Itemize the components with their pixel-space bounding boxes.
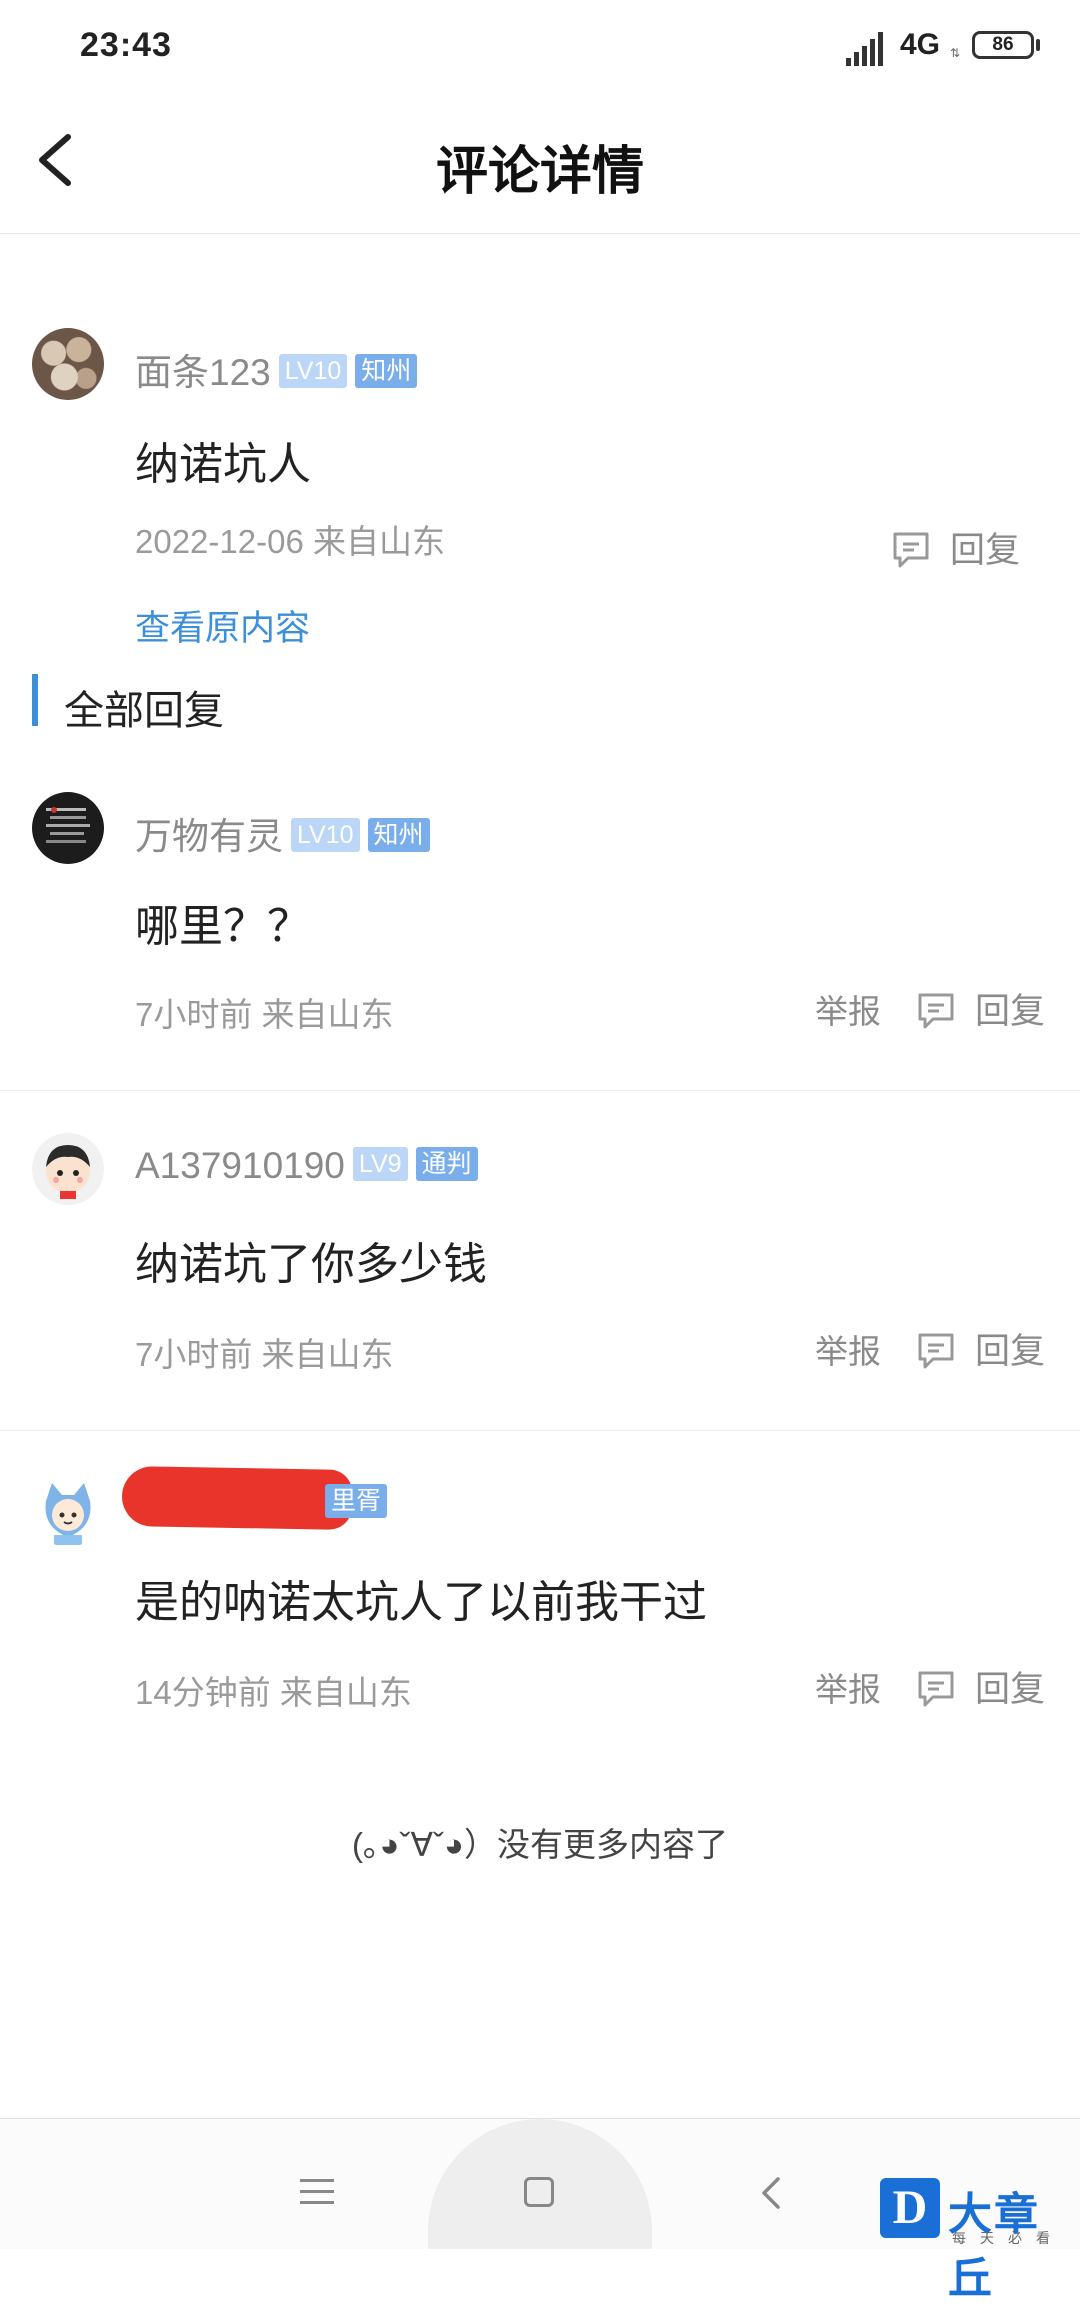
- reply-author[interactable]: 里胥: [135, 1482, 388, 1524]
- comment-icon: [918, 1333, 954, 1369]
- reply-label: 回复: [975, 1670, 1046, 1709]
- reply-author[interactable]: 万物有灵 LV10 知州: [135, 806, 430, 860]
- back-nav-icon[interactable]: [752, 2171, 792, 2215]
- reply-button[interactable]: 回复: [915, 1661, 1045, 1713]
- reply-content: 纳诺坑了你多少钱: [135, 1240, 487, 1289]
- comment-icon: [918, 993, 954, 1029]
- section-accent-bar: [32, 674, 38, 726]
- divider: [0, 1430, 1080, 1431]
- comment-meta: 2022-12-06 来自山东: [135, 515, 445, 563]
- avatar[interactable]: [32, 1475, 104, 1547]
- section-title: 全部回复: [64, 689, 224, 733]
- comment-content: 纳诺坑人: [135, 440, 311, 489]
- status-time: 23:43: [80, 26, 172, 64]
- watermark-subtext: 每天必看: [952, 2230, 1064, 2246]
- reply-button[interactable]: 回复: [915, 983, 1045, 1035]
- home-icon[interactable]: [524, 2177, 554, 2207]
- network-type: 4G: [900, 28, 941, 61]
- level-badge: LV10: [291, 818, 360, 853]
- level-badge: LV9: [352, 1147, 408, 1182]
- reply-label: 回复: [975, 1332, 1046, 1371]
- divider: [0, 1090, 1080, 1091]
- comment-icon: [893, 532, 929, 568]
- reply-meta: 14分钟前 来自山东: [135, 1666, 412, 1714]
- reply-time: 14分钟前: [135, 1674, 271, 1711]
- avatar[interactable]: [32, 328, 104, 400]
- signal-icon: [846, 30, 890, 66]
- title-badge: 通判: [415, 1147, 478, 1182]
- username[interactable]: A137910190: [135, 1145, 345, 1186]
- title-badge: 知州: [367, 818, 430, 853]
- reply-label: 回复: [950, 531, 1021, 570]
- username[interactable]: 面条123: [135, 352, 271, 393]
- reply-content: 哪里？？: [135, 902, 311, 951]
- reply-location: 来自山东: [261, 1336, 394, 1373]
- reply-label: 回复: [975, 992, 1046, 1031]
- report-button[interactable]: 举报: [815, 985, 881, 1033]
- avatar-image: [45, 1483, 91, 1545]
- reply-location: 来自山东: [261, 996, 394, 1033]
- avatar-image: [46, 807, 90, 843]
- comment-icon: [918, 1671, 954, 1707]
- status-bar: 23:43 4G ⇅ 86: [0, 0, 1080, 95]
- watermark: D 大章丘 每天必看: [880, 2178, 1080, 2303]
- report-button[interactable]: 举报: [815, 1325, 881, 1373]
- battery-icon: 86: [972, 31, 1034, 59]
- reply-time: 7小时前: [135, 1336, 253, 1373]
- report-button[interactable]: 举报: [815, 1663, 881, 1711]
- title-badge: 知州: [355, 354, 418, 389]
- battery-cap: [1036, 39, 1040, 51]
- title-bar: 评论详情: [0, 95, 1080, 234]
- menu-icon[interactable]: [300, 2179, 334, 2212]
- reply-meta: 7小时前 来自山东: [135, 1328, 394, 1376]
- reply-meta: 7小时前 来自山东: [135, 988, 394, 1036]
- comment-author[interactable]: 面条123 LV10 知州: [135, 342, 418, 396]
- view-original-link[interactable]: 查看原内容: [135, 600, 310, 651]
- comment-time: 2022-12-06: [135, 523, 304, 560]
- avatar[interactable]: [32, 1133, 104, 1205]
- level-badge: LV10: [278, 354, 348, 389]
- reply-button[interactable]: 回复: [890, 522, 1020, 574]
- page-title: 评论详情: [435, 143, 644, 201]
- watermark-logo: D: [880, 2178, 940, 2238]
- avatar[interactable]: [32, 792, 104, 864]
- reply-content: 是的呐诺太坑人了以前我干过: [135, 1578, 707, 1627]
- end-of-list-text: (｡◕ˇ∀ˇ◕）没有更多内容了: [352, 1826, 728, 1863]
- avatar-image: [46, 1145, 90, 1199]
- reply-time: 7小时前: [135, 996, 253, 1033]
- title-badge: 里胥: [325, 1484, 388, 1519]
- reply-location: 来自山东: [279, 1674, 412, 1711]
- username[interactable]: 万物有灵: [135, 816, 283, 857]
- reply-author[interactable]: A137910190 LV9 通判: [135, 1145, 478, 1187]
- comment-location: 来自山东: [312, 523, 445, 560]
- data-arrows-icon: ⇅: [950, 46, 961, 60]
- reply-button[interactable]: 回复: [915, 1323, 1045, 1375]
